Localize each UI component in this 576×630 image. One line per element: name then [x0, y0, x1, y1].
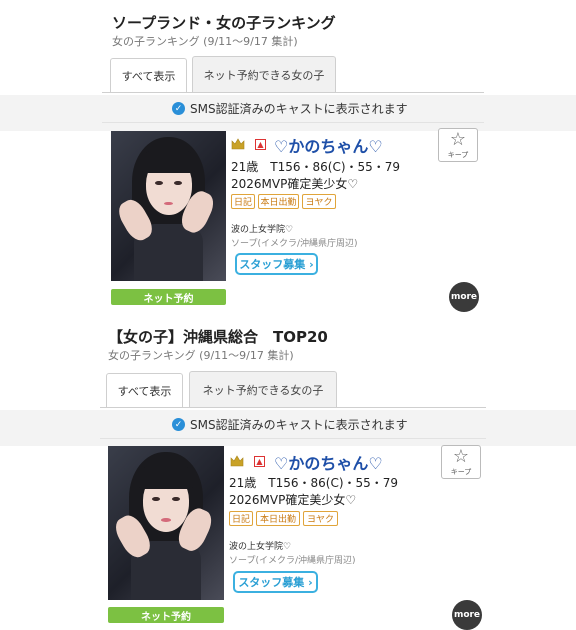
sms-notice-text: SMS認証済みのキャストに表示されます	[190, 418, 408, 432]
cast-stats: 21歳 T156・86(C)・55・79	[229, 476, 399, 490]
verified-check-icon: ✓	[172, 102, 185, 115]
section-subtitle: 女の子ランキング (9/11〜9/17 集計)	[108, 349, 294, 362]
keep-button[interactable]: ☆ キープ	[438, 128, 478, 162]
badge-reserve[interactable]: ヨヤク	[302, 194, 336, 209]
badge-diary[interactable]: 日記	[231, 194, 255, 209]
more-button[interactable]: more	[452, 600, 482, 630]
more-button[interactable]: more	[449, 282, 479, 312]
verified-check-icon: ✓	[172, 418, 185, 431]
staff-recruit-button[interactable]: スタッフ募集 ›	[235, 253, 318, 275]
shop-area: ソープ(イメクラ/沖縄県庁周辺)	[229, 556, 356, 566]
sms-notice-text: SMS認証済みのキャストに表示されます	[190, 102, 408, 116]
badge-reserve[interactable]: ヨヤク	[303, 511, 338, 526]
keep-button[interactable]: ☆ キープ	[441, 445, 481, 479]
sms-notice: ✓ SMS認証済みのキャストに表示されます	[172, 100, 408, 117]
tab-all[interactable]: すべて表示	[110, 58, 187, 92]
section-subtitle: 女の子ランキング (9/11〜9/17 集計)	[112, 35, 298, 48]
crown-icon	[231, 138, 245, 150]
tab-net-reserve[interactable]: ネット予約できる女の子	[189, 371, 337, 407]
star-icon: ☆	[452, 445, 470, 467]
section-title: 【女の子】沖縄県総合 TOP20	[108, 328, 328, 346]
badge-diary[interactable]: 日記	[229, 511, 253, 526]
keep-label: キープ	[450, 467, 472, 476]
net-reserve-button[interactable]: ネット予約	[111, 289, 226, 305]
rank-up-icon: ▲	[254, 456, 265, 467]
keep-label: キープ	[447, 150, 469, 159]
cast-catchphrase: 2026MVP確定美少女♡	[231, 177, 359, 191]
tab-net-reserve[interactable]: ネット予約できる女の子	[192, 56, 336, 92]
divider	[100, 438, 486, 439]
cast-photo[interactable]	[111, 131, 226, 281]
staff-recruit-button[interactable]: スタッフ募集 ›	[233, 571, 318, 593]
shop-name[interactable]: 波の上女学院♡	[231, 222, 293, 235]
tab-divider	[100, 407, 486, 408]
shop-area: ソープ(イメクラ/沖縄県庁周辺)	[231, 239, 358, 249]
badge-today[interactable]: 本日出勤	[256, 511, 300, 526]
shop-name[interactable]: 波の上女学院♡	[229, 539, 291, 552]
cast-name[interactable]: ♡かのちゃん♡	[274, 133, 383, 157]
divider	[102, 122, 484, 123]
section-title: ソープランド・女の子ランキング	[112, 14, 336, 32]
net-reserve-button[interactable]: ネット予約	[108, 607, 224, 623]
cast-name[interactable]: ♡かのちゃん♡	[274, 450, 383, 474]
rank-up-icon: ▲	[255, 139, 266, 150]
badge-today[interactable]: 本日出勤	[258, 194, 299, 209]
cast-stats: 21歳 T156・86(C)・55・79	[231, 160, 401, 174]
star-icon: ☆	[449, 128, 467, 150]
tab-divider	[102, 92, 484, 93]
sms-notice: ✓ SMS認証済みのキャストに表示されます	[172, 416, 408, 433]
cast-catchphrase: 2026MVP確定美少女♡	[229, 493, 357, 507]
tab-all[interactable]: すべて表示	[106, 373, 183, 407]
cast-photo[interactable]	[108, 446, 224, 600]
crown-icon	[230, 455, 244, 467]
